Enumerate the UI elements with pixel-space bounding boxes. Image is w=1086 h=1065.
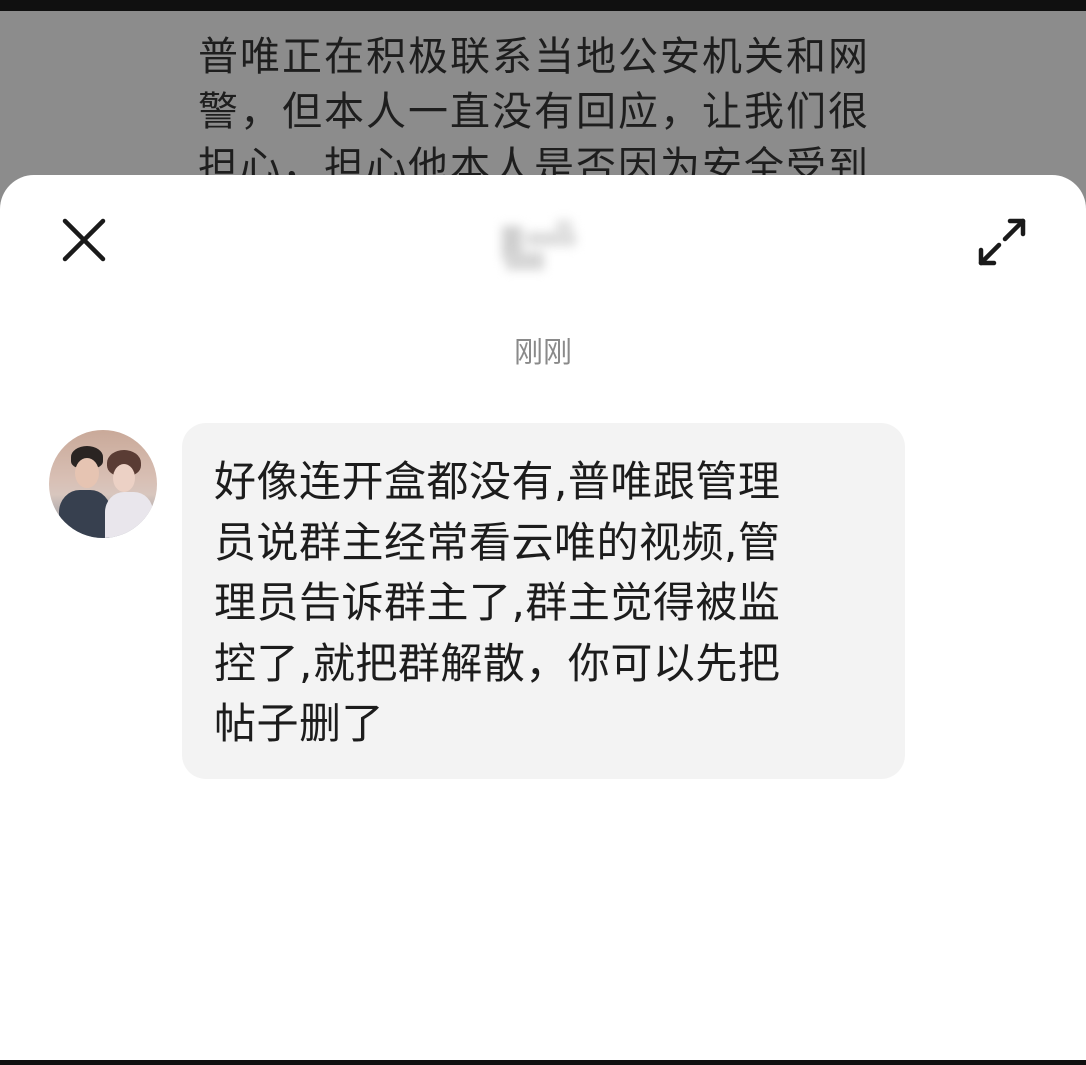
bottom-bar-strip	[0, 1060, 1086, 1065]
message-text: 好像连开盒都没有,普唯跟管理 员说群主经常看云唯的视频,管 理员告诉群主了,群主…	[214, 457, 781, 748]
expand-button[interactable]	[970, 210, 1034, 274]
avatar-face-right	[113, 464, 135, 492]
message-bubble[interactable]: 好像连开盒都没有,普唯跟管理 员说群主经常看云唯的视频,管 理员告诉群主了,群主…	[182, 423, 905, 779]
expand-arrows-icon	[978, 218, 1026, 266]
avatar-face-left	[75, 458, 99, 488]
close-icon	[62, 218, 106, 262]
close-button[interactable]	[54, 210, 114, 270]
status-bar-strip	[0, 0, 1086, 11]
message-timestamp: 刚刚	[513, 335, 572, 369]
avatar-figure-left	[59, 490, 111, 538]
background-post-text: 普唯正在积极联系当地公安机关和网 警，但本人一直没有回应，让我们很 担心，担心他…	[198, 34, 870, 190]
avatar[interactable]	[49, 430, 157, 538]
avatar-figure-right	[105, 492, 153, 538]
blurred-chat-title	[496, 212, 596, 276]
